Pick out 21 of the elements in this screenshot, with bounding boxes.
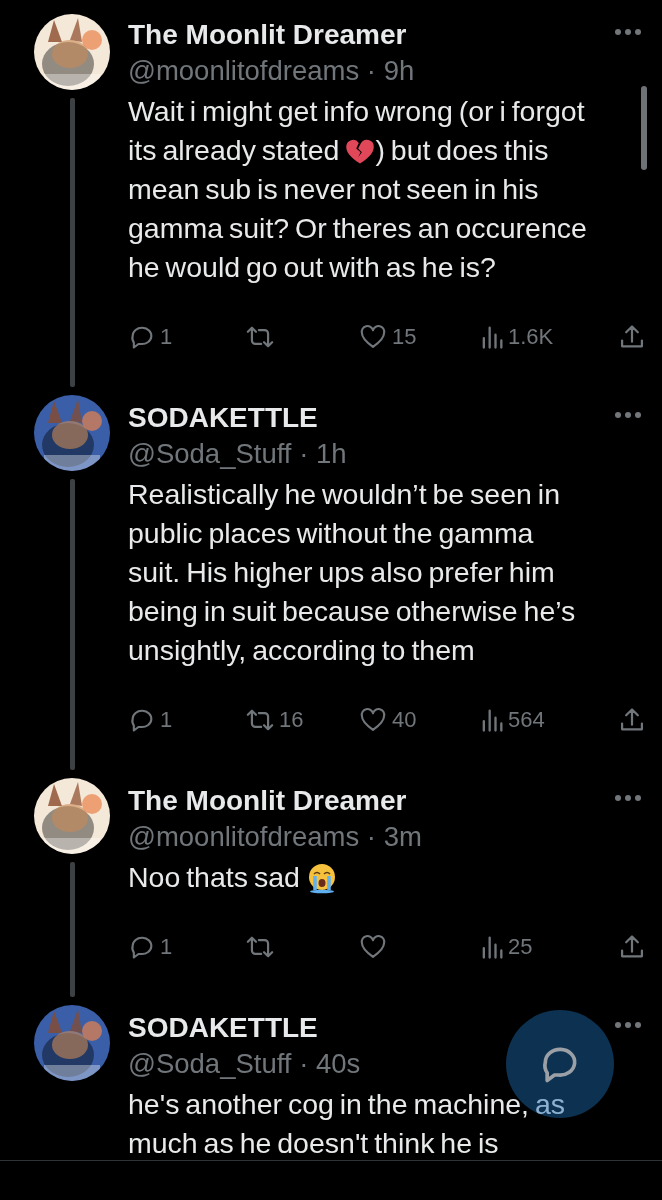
post-text: he's another cog in the machine, as much as he doesn't think he is xyxy=(128,1087,567,1160)
post-text: Wait i might get info wrong (or i forgot its already stated ) but does this mean sub is never not seen in his gamma suit? Or theres an occurence he would go out with as he is? xyxy=(128,94,588,285)
handle-and-time: @moonlitofdreams · 3m xyxy=(128,820,422,854)
handle-and-time: @moonlitofdreams · 9h xyxy=(128,54,415,88)
reply-count: 1 xyxy=(160,934,173,960)
handle-and-time: @Soda_Stuff · 40s xyxy=(128,1047,361,1081)
display-name[interactable]: SODAKETTLE xyxy=(128,1007,318,1045)
views-count: 25 xyxy=(508,934,533,960)
post-text: Noo thats sad xyxy=(128,858,590,897)
display-name[interactable]: The Moonlit Dreamer xyxy=(128,780,407,818)
views-count: 1.6K xyxy=(508,324,554,350)
like-count: 15 xyxy=(392,324,417,350)
handle-and-time: @Soda_Stuff · 1h xyxy=(128,437,347,471)
like-count: 40 xyxy=(392,707,417,733)
reply-count: 1 xyxy=(160,707,173,733)
post-text: Realistically he wouldn’t be seen in public places without the gamma suit. His higher ups also prefer him being in suit because otherwise he’s unsightly, according to them xyxy=(128,477,577,668)
display-name[interactable]: SODAKETTLE xyxy=(128,397,318,435)
repost-count: 16 xyxy=(279,707,304,733)
reply-count: 1 xyxy=(160,324,173,350)
display-name[interactable]: The Moonlit Dreamer xyxy=(128,14,407,52)
views-count: 564 xyxy=(508,707,545,733)
